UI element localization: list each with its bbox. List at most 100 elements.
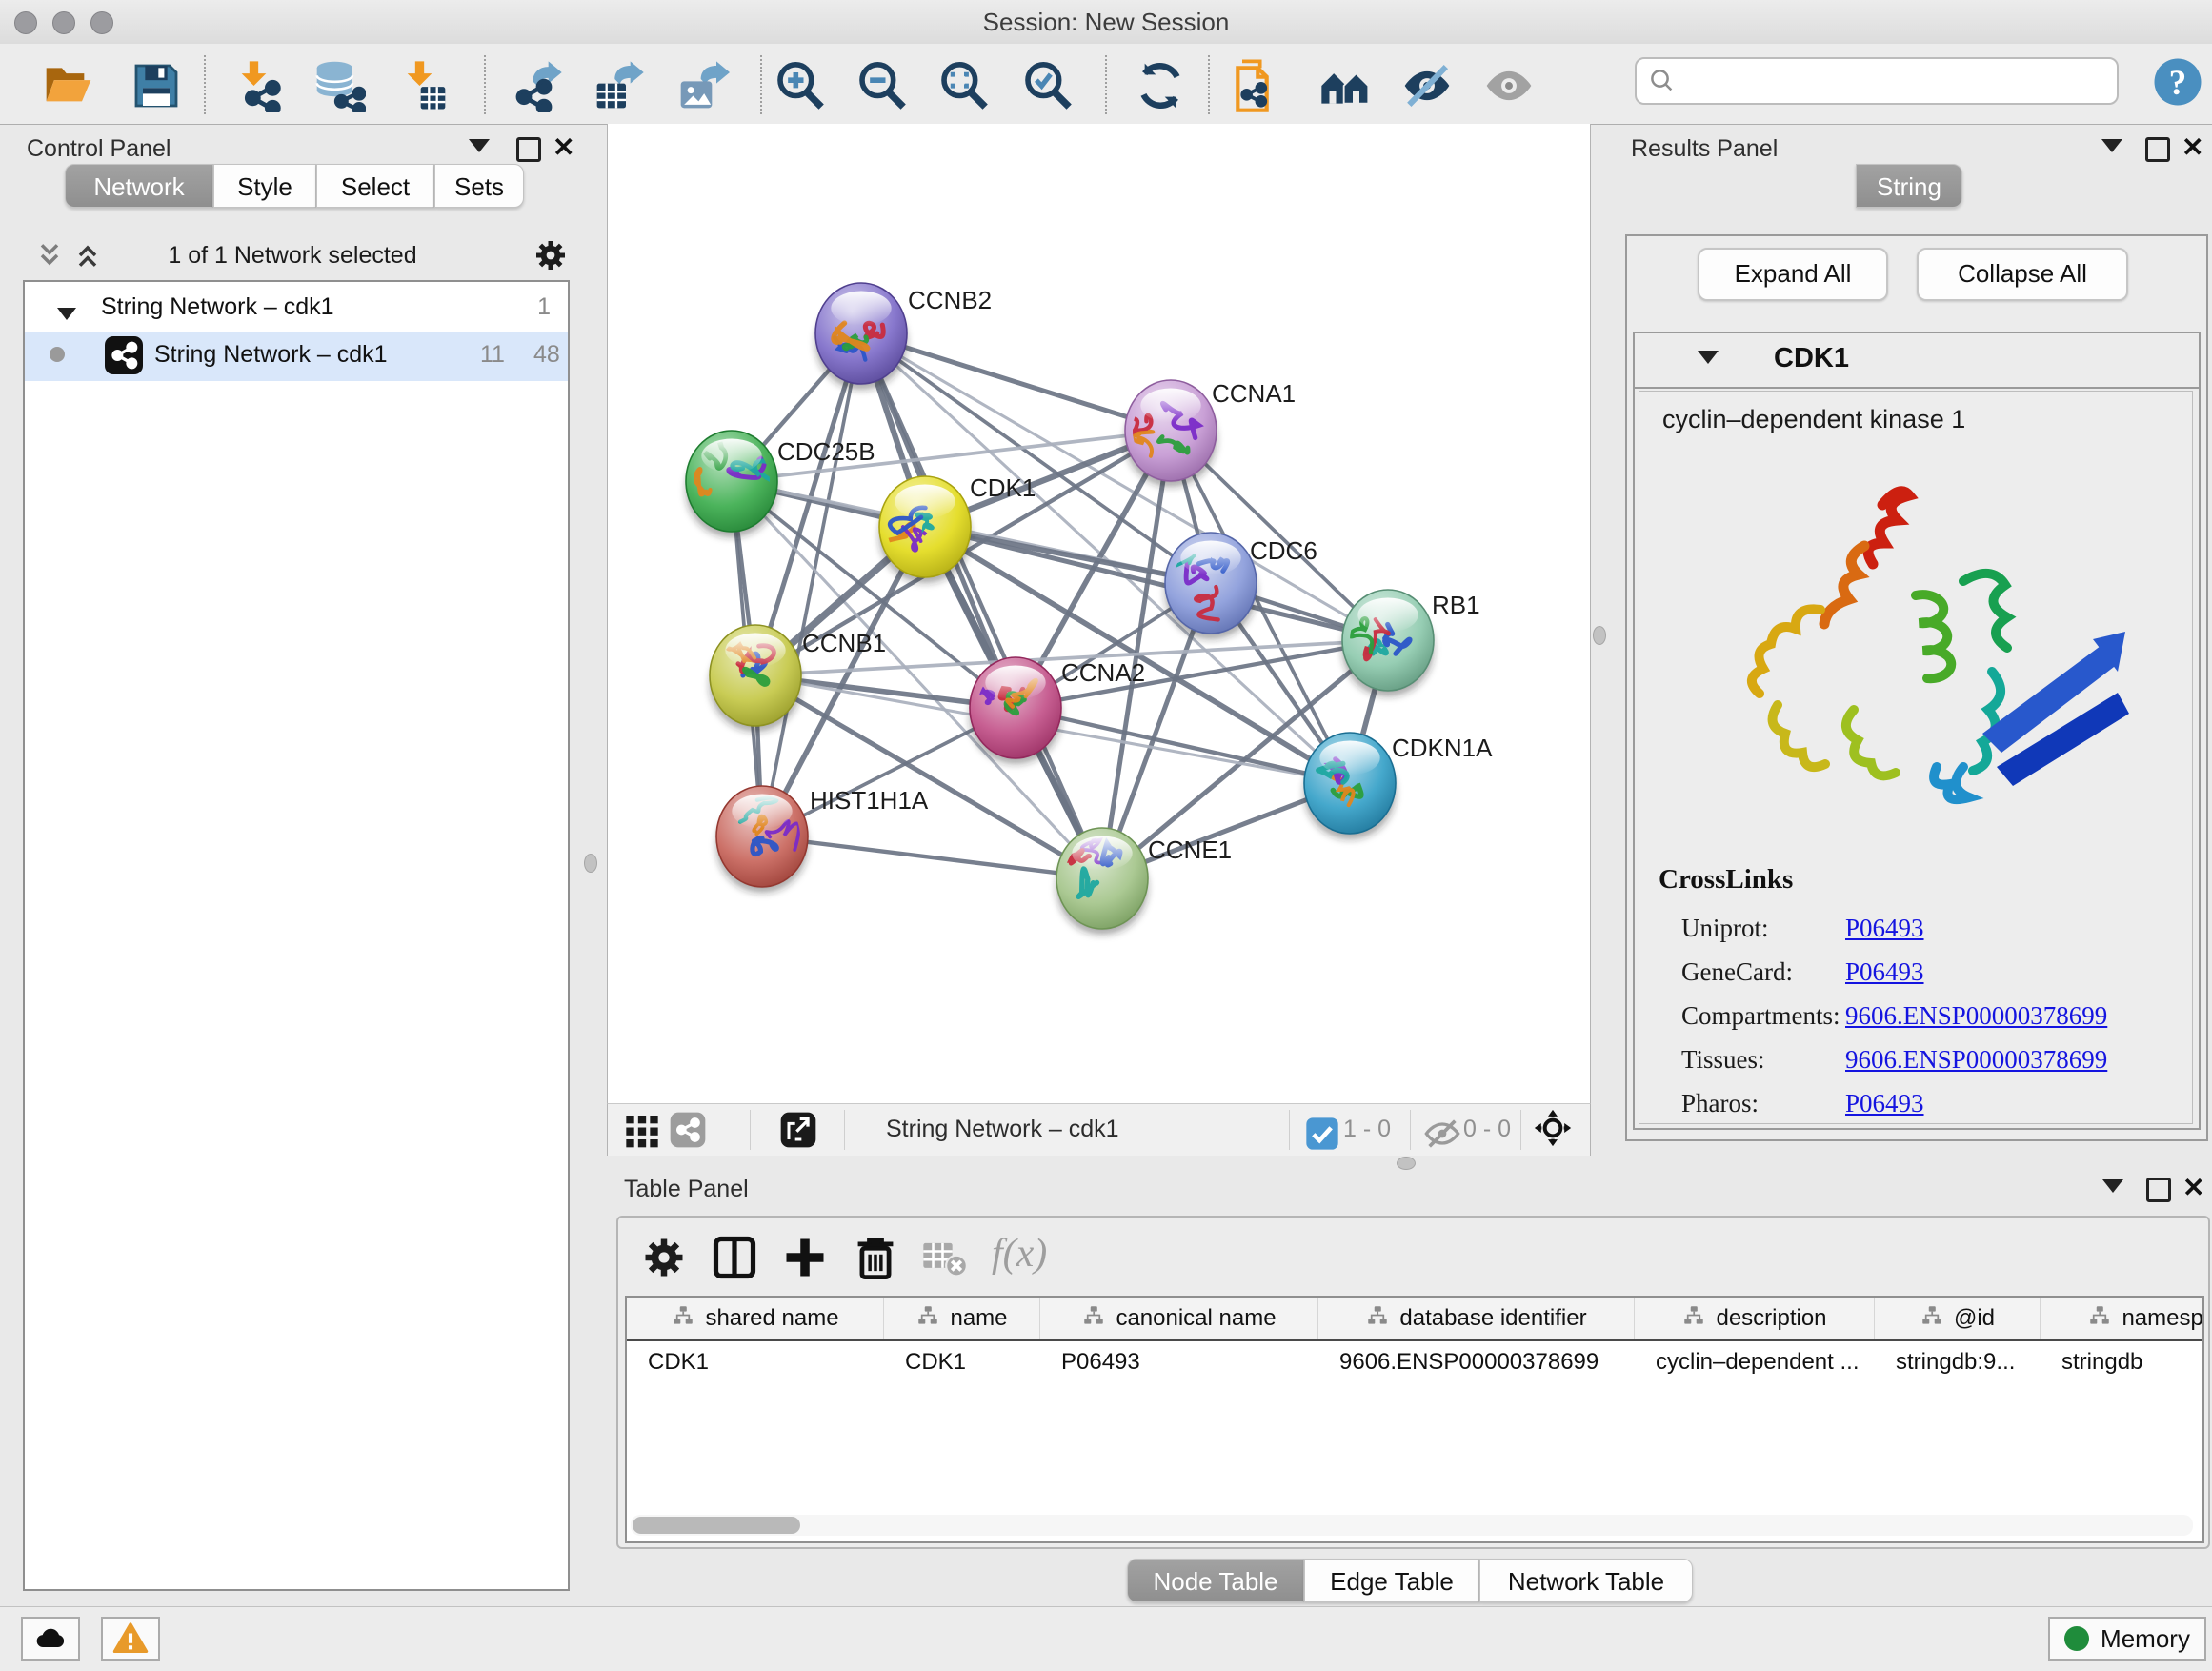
first-neighbors-button[interactable] <box>1319 59 1373 112</box>
hierarchy-icon <box>671 1303 695 1335</box>
zoom-selected-button[interactable] <box>1021 59 1075 112</box>
memory-status-button[interactable]: Memory <box>2048 1617 2206 1661</box>
apply-layout-button[interactable] <box>1134 59 1187 112</box>
tab-node-table[interactable]: Node Table <box>1127 1559 1304 1602</box>
horizontal-scrollbar-thumb[interactable] <box>633 1517 800 1534</box>
zoom-fit-button[interactable] <box>937 59 991 112</box>
table-row[interactable]: CDK1CDK1P064939606.ENSP00000378699cyclin… <box>627 1341 2204 1383</box>
left-splitter-handle[interactable] <box>584 854 597 873</box>
tree-expand-caret-icon[interactable] <box>57 299 76 327</box>
column-header-@id[interactable]: @id <box>1875 1298 2041 1339</box>
table-cell[interactable]: cyclin–dependent ... <box>1635 1341 1875 1383</box>
table-cell[interactable]: CDK1 <box>627 1341 884 1383</box>
clone-network-button[interactable] <box>1229 59 1282 112</box>
delete-table-icon <box>919 1233 969 1282</box>
export-network-button[interactable] <box>511 59 564 112</box>
table-panel-title: Table Panel <box>624 1176 749 1203</box>
crosslink-link[interactable]: P06493 <box>1845 914 1924 943</box>
table-cell[interactable]: 9606.ENSP00000378699 <box>1318 1341 1635 1383</box>
network-share-view-button[interactable] <box>669 1111 707 1149</box>
open-file-button[interactable] <box>42 59 95 112</box>
network-options-gear-button[interactable] <box>532 236 570 274</box>
tab-network[interactable]: Network <box>65 164 213 208</box>
table-panel-close-button[interactable]: ✕ <box>2182 1176 2211 1204</box>
zoom-out-button[interactable] <box>855 59 909 112</box>
node-RB1[interactable] <box>1342 590 1434 696</box>
network-canvas[interactable]: CCNB2CCNA1CDC25BCDK1CDC6RB1CCNB1CCNA2CDK… <box>607 124 1591 1103</box>
fit-content-button[interactable] <box>1534 1109 1576 1151</box>
import-network-from-database-button[interactable] <box>312 59 366 112</box>
tab-style[interactable]: Style <box>213 164 316 208</box>
edge-CCNB2-HIST1H1A[interactable] <box>762 333 861 836</box>
column-header-shared-name[interactable]: shared name <box>627 1298 884 1339</box>
control-panel-maximize-button[interactable] <box>516 137 545 166</box>
node-CCNB1[interactable] <box>710 625 801 732</box>
save-session-button[interactable] <box>130 59 183 112</box>
table-panel-float-button[interactable] <box>2102 1179 2131 1208</box>
node-CCNA1[interactable] <box>1116 380 1217 487</box>
crosslink-link[interactable]: 9606.ENSP00000378699 <box>1845 1001 2107 1031</box>
results-panel-close-button[interactable]: ✕ <box>2182 135 2210 164</box>
birds-eye-view-button[interactable] <box>623 1111 661 1149</box>
cloud-status-button[interactable] <box>21 1617 80 1661</box>
collapse-all-button[interactable]: Collapse All <box>1917 248 2128 301</box>
network-graph[interactable]: CCNB2CCNA1CDC25BCDK1CDC6RB1CCNB1CCNA2CDK… <box>608 124 1590 1103</box>
table-cell[interactable]: stringdb:9... <box>1875 1341 2041 1383</box>
expand-all-button[interactable]: Expand All <box>1698 248 1888 301</box>
network-collection-row[interactable]: String Network – cdk1 1 <box>25 286 568 332</box>
column-header-namespace[interactable]: namespace <box>2041 1298 2204 1339</box>
show-all-button[interactable] <box>1482 59 1536 112</box>
zoom-in-button[interactable] <box>774 59 827 112</box>
control-panel-close-button[interactable]: ✕ <box>553 135 581 164</box>
show-column-button[interactable] <box>710 1233 759 1282</box>
help-button[interactable]: ? <box>2151 55 2204 109</box>
results-panel-maximize-button[interactable] <box>2145 137 2174 166</box>
warning-status-button[interactable] <box>101 1617 160 1661</box>
search-input[interactable] <box>1684 67 2117 95</box>
edge-CCNB2-CCNA1[interactable] <box>861 333 1171 431</box>
node-result-header[interactable]: CDK1 <box>1635 333 2199 389</box>
tab-edge-table[interactable]: Edge Table <box>1304 1559 1479 1602</box>
export-image-button[interactable] <box>676 59 730 112</box>
node-CDK1[interactable] <box>879 476 971 583</box>
tab-network-table[interactable]: Network Table <box>1479 1559 1693 1602</box>
results-tab-string[interactable]: String <box>1856 164 1962 208</box>
node-CCNA2[interactable] <box>968 657 1062 764</box>
table-panel-maximize-button[interactable] <box>2146 1178 2175 1206</box>
node-CCNE1[interactable] <box>1056 826 1148 935</box>
node-collapse-caret-icon[interactable] <box>1698 351 1719 369</box>
delete-column-button[interactable] <box>851 1233 900 1282</box>
node-CDC25B[interactable] <box>686 431 780 537</box>
crosslink-link[interactable]: 9606.ENSP00000378699 <box>1845 1045 2107 1075</box>
tab-sets[interactable]: Sets <box>434 164 524 208</box>
create-column-button[interactable] <box>780 1233 830 1282</box>
hide-selected-button[interactable] <box>1400 59 1454 112</box>
table-cell[interactable]: stringdb <box>2041 1341 2204 1383</box>
column-header-database-identifier[interactable]: database identifier <box>1318 1298 1635 1339</box>
column-header-name[interactable]: name <box>884 1298 1040 1339</box>
crosslink-link[interactable]: P06493 <box>1845 1089 1924 1118</box>
export-table-button[interactable] <box>593 59 646 112</box>
import-network-button[interactable] <box>231 59 284 112</box>
horizontal-splitter-handle[interactable] <box>1397 1157 1416 1170</box>
results-panel-float-button[interactable] <box>2101 139 2130 168</box>
network-row-selected[interactable]: String Network – cdk1 11 48 <box>25 332 568 381</box>
table-cell[interactable]: CDK1 <box>884 1341 1040 1383</box>
table-cell[interactable]: P06493 <box>1040 1341 1318 1383</box>
column-header-description[interactable]: description <box>1635 1298 1875 1339</box>
crosslink-link[interactable]: P06493 <box>1845 957 1924 987</box>
cloud-icon <box>33 1621 68 1656</box>
selected-checkbox-icon[interactable] <box>1303 1115 1334 1145</box>
tab-select[interactable]: Select <box>316 164 434 208</box>
node-CDKN1A[interactable] <box>1304 733 1396 839</box>
edge-HIST1H1A-CCNE1[interactable] <box>762 836 1102 878</box>
node-HIST1H1A[interactable] <box>716 786 808 893</box>
import-table-button[interactable] <box>396 59 450 112</box>
open-view-in-window-button[interactable] <box>779 1111 817 1149</box>
node-CDC6[interactable] <box>1151 533 1257 639</box>
column-header-canonical-name[interactable]: canonical name <box>1040 1298 1318 1339</box>
edge-CCNA2-CDKN1A[interactable] <box>1016 708 1350 783</box>
right-splitter-handle[interactable] <box>1593 626 1606 645</box>
table-options-gear-button[interactable] <box>639 1233 689 1282</box>
node-CCNB2[interactable] <box>815 283 907 390</box>
